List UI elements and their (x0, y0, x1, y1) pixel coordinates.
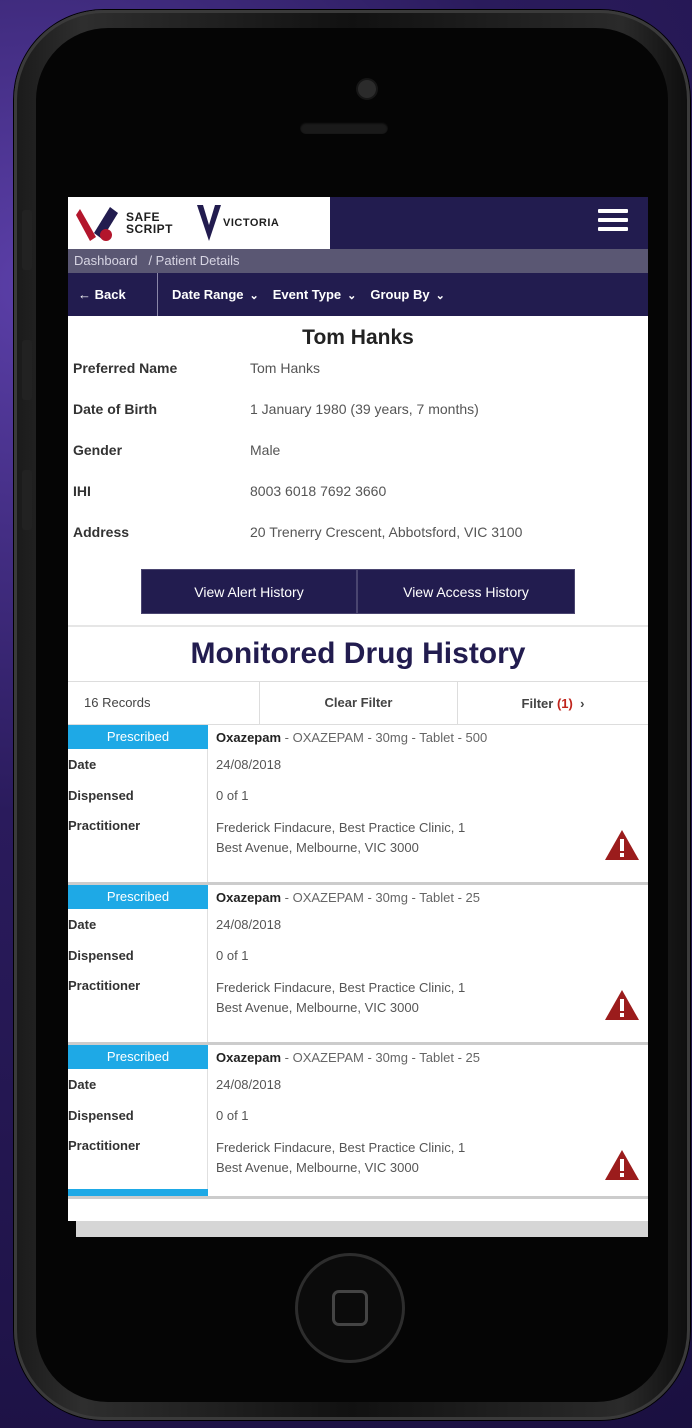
logo-script: SCRIPT (126, 222, 174, 236)
card-value: 24/08/2018 (216, 1077, 282, 1092)
card-value: 0 of 1 (216, 1108, 249, 1123)
drug-summary: Oxazepam - OXAZEPAM - 30mg - Tablet - 25 (208, 890, 480, 905)
back-label: Back (94, 287, 126, 302)
practitioner-line: Best Avenue, Melbourne, VIC 3000 (216, 1000, 419, 1015)
victoria-logo-text: VICTORIA (223, 217, 279, 229)
detail-label: IHI (73, 483, 91, 499)
view-alert-history-button[interactable]: View Alert History (141, 569, 357, 614)
drug-history-card[interactable]: Prescribed Oxazepam - OXAZEPAM - 30mg - … (68, 1045, 648, 1199)
detail-preferred-name: Preferred Name Tom Hanks (68, 360, 648, 401)
records-bar: 16 Records Clear Filter Filter (1) › (68, 681, 648, 725)
card-value: Frederick Findacure, Best Practice Clini… (216, 978, 586, 1018)
event-type-label: Event Type (272, 287, 342, 302)
practitioner-line: Best Avenue, Melbourne, VIC 3000 (216, 840, 419, 855)
practitioner-line: Frederick Findacure, Best Practice Clini… (216, 1140, 466, 1155)
drug-history-card[interactable]: Prescribed Oxazepam - OXAZEPAM - 30mg - … (68, 725, 648, 885)
card-label-column (68, 1069, 208, 1196)
drug-name: Oxazepam (216, 729, 282, 745)
view-access-history-button[interactable]: View Access History (357, 569, 575, 614)
victoria-logo-icon (197, 205, 222, 241)
status-badge: Prescribed (68, 1045, 208, 1069)
breadcrumb-current: / Patient Details (148, 253, 240, 268)
warning-icon[interactable] (604, 989, 640, 1021)
detail-gender: Gender Male (68, 442, 648, 483)
warning-icon[interactable] (604, 829, 640, 861)
drug-summary: Oxazepam - OXAZEPAM - 30mg - Tablet - 25 (208, 1050, 480, 1065)
camera-icon (358, 80, 376, 98)
status-badge: Prescribed (68, 885, 208, 909)
detail-value: 20 Trenerry Crescent, Abbotsford, VIC 31… (250, 524, 523, 540)
back-button[interactable]: ← Back (68, 273, 158, 316)
screen-bottom-edge (76, 1221, 648, 1237)
event-type-dropdown[interactable]: Event Type ⌄ (259, 287, 357, 302)
practitioner-line: Frederick Findacure, Best Practice Clini… (216, 820, 466, 835)
hamburger-menu-icon[interactable] (598, 209, 628, 233)
practitioner-line: Best Avenue, Melbourne, VIC 3000 (216, 1160, 419, 1175)
app-screen: SAFE SCRIPT VICTORIA Dashboard / Patient… (68, 197, 648, 1221)
group-by-dropdown[interactable]: Group By ⌄ (356, 287, 444, 302)
filter-label: Filter (521, 695, 554, 711)
filter-button[interactable]: Filter (1) › (458, 696, 648, 711)
detail-value: 1 January 1980 (39 years, 7 months) (250, 401, 479, 417)
card-value: 24/08/2018 (216, 757, 282, 772)
volume-down-button (22, 470, 32, 530)
chevron-down-icon: ⌄ (435, 290, 445, 302)
breadcrumb-dashboard-link[interactable]: Dashboard (74, 253, 138, 268)
detail-label: Date of Birth (73, 401, 157, 417)
card-label-column (68, 909, 208, 1042)
clear-filter-button[interactable]: Clear Filter (260, 681, 458, 725)
home-button[interactable] (298, 1256, 402, 1360)
drug-history-card[interactable]: Prescribed Oxazepam - OXAZEPAM - 30mg - … (68, 885, 648, 1045)
arrow-left-icon: ← (78, 287, 91, 302)
toolbar: ← Back Date Range ⌄ Event Type ⌄ Group By ⌄ (68, 273, 648, 316)
home-square-icon (332, 1290, 368, 1326)
detail-label: Address (73, 524, 130, 540)
card-value: Frederick Findacure, Best Practice Clini… (216, 1138, 586, 1178)
safescript-logo-text: SAFE SCRIPT (126, 211, 173, 235)
detail-value: 8003 6018 7692 3660 (250, 483, 387, 499)
warning-icon[interactable] (604, 1149, 640, 1181)
drug-detail: - OXAZEPAM - 30mg - Tablet - 500 (281, 729, 488, 745)
drug-name: Oxazepam (216, 889, 282, 905)
card-value: 0 of 1 (216, 948, 249, 963)
card-value: Frederick Findacure, Best Practice Clini… (216, 818, 586, 858)
card-label-column (68, 749, 208, 882)
detail-date-of-birth: Date of Birth 1 January 1980 (39 years, … (68, 401, 648, 442)
practitioner-line: Frederick Findacure, Best Practice Clini… (216, 980, 466, 995)
card-value: 24/08/2018 (216, 917, 282, 932)
chevron-down-icon: ⌄ (347, 290, 357, 302)
detail-value: Tom Hanks (250, 360, 321, 376)
breadcrumb: Dashboard / Patient Details (68, 249, 648, 273)
logo-victoria: VICTORIA (223, 217, 280, 229)
drug-name: Oxazepam (216, 1049, 282, 1065)
filter-count: (1) (556, 695, 573, 711)
drug-detail: - OXAZEPAM - 30mg - Tablet - 25 (281, 889, 480, 905)
date-range-dropdown[interactable]: Date Range ⌄ (158, 287, 259, 302)
mute-switch (22, 210, 32, 270)
date-range-label: Date Range (172, 287, 244, 302)
records-count: 16 Records (68, 681, 260, 725)
detail-address: Address 20 Trenerry Crescent, Abbotsford… (68, 524, 648, 565)
detail-label: Gender (73, 442, 123, 458)
app-header: SAFE SCRIPT VICTORIA (68, 197, 648, 249)
chevron-right-icon: › (576, 695, 585, 711)
status-badge: Prescribed (68, 725, 208, 749)
next-card-badge-edge (68, 1189, 208, 1196)
detail-ihi: IHI 8003 6018 7692 3660 (68, 483, 648, 524)
logo-panel: SAFE SCRIPT VICTORIA (68, 197, 330, 249)
patient-name: Tom Hanks (302, 326, 414, 349)
group-by-label: Group By (370, 287, 430, 302)
safescript-logo-icon (76, 207, 118, 241)
history-buttons: View Alert History View Access History (68, 569, 648, 614)
drug-summary: Oxazepam - OXAZEPAM - 30mg - Tablet - 50… (208, 730, 487, 745)
detail-value: Male (250, 442, 281, 458)
section-title: Monitored Drug History (190, 637, 526, 670)
chevron-down-icon: ⌄ (249, 290, 259, 302)
detail-label: Preferred Name (73, 360, 178, 376)
drug-detail: - OXAZEPAM - 30mg - Tablet - 25 (281, 1049, 480, 1065)
card-value: 0 of 1 (216, 788, 249, 803)
speaker-grille (300, 122, 388, 134)
volume-up-button (22, 340, 32, 400)
